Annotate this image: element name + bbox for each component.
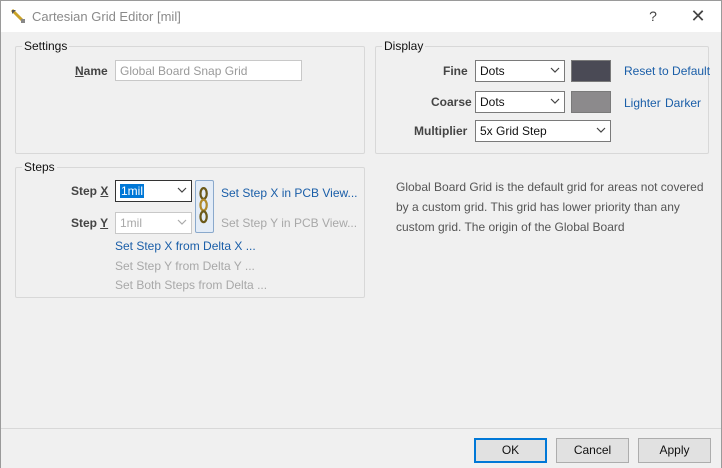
set-both-steps-delta-link[interactable]: Set Both Steps from Delta ...	[115, 278, 267, 292]
name-field[interactable]: Global Board Snap Grid	[115, 60, 302, 81]
set-step-y-delta-link[interactable]: Set Step Y from Delta Y ...	[115, 259, 255, 273]
lighter-link[interactable]: Lighter	[624, 96, 661, 110]
fine-label: Fine	[443, 64, 468, 78]
display-group-label: Display	[382, 39, 426, 53]
set-step-x-pcb-link[interactable]: Set Step X in PCB View...	[221, 186, 358, 200]
multiplier-select[interactable]: 5x Grid Step	[475, 120, 611, 142]
settings-group-label: Settings	[22, 39, 70, 53]
chevron-down-icon	[177, 187, 187, 193]
step-y-label: Step Y	[71, 216, 109, 230]
grid-editor-icon	[10, 8, 26, 24]
reset-to-default-link[interactable]: Reset to Default	[624, 64, 710, 78]
chevron-down-icon	[550, 67, 560, 73]
fine-style-select[interactable]: Dots	[475, 60, 565, 82]
cartesian-grid-editor-dialog: Cartesian Grid Editor [mil] ? ✕ Settings…	[0, 0, 722, 468]
step-y-select[interactable]: 1mil	[115, 212, 192, 234]
close-button[interactable]: ✕	[687, 6, 709, 26]
fine-color-swatch[interactable]	[571, 60, 611, 82]
coarse-style-select[interactable]: Dots	[475, 91, 565, 113]
step-x-select[interactable]: 1mil	[115, 180, 192, 202]
fine-style-value: Dots	[480, 64, 505, 78]
title-bar: Cartesian Grid Editor [mil] ? ✕	[1, 1, 721, 32]
link-steps-button[interactable]	[195, 180, 214, 233]
coarse-style-value: Dots	[480, 95, 505, 109]
set-step-y-pcb-link[interactable]: Set Step Y in PCB View...	[221, 216, 357, 230]
chevron-down-icon	[596, 127, 606, 133]
grid-description: Global Board Grid is the default grid fo…	[396, 180, 704, 234]
multiplier-label: Multiplier	[414, 124, 468, 138]
cancel-button[interactable]: Cancel	[556, 438, 629, 463]
apply-button[interactable]: Apply	[638, 438, 711, 463]
name-label: Name	[75, 64, 108, 78]
help-button[interactable]: ?	[642, 6, 664, 26]
chevron-down-icon	[550, 98, 560, 104]
darker-link[interactable]: Darker	[665, 96, 701, 110]
step-y-value: 1mil	[120, 216, 143, 230]
coarse-label: Coarse	[431, 95, 472, 109]
chain-link-icon	[199, 187, 208, 224]
coarse-color-swatch[interactable]	[571, 91, 611, 113]
set-step-x-delta-link[interactable]: Set Step X from Delta X ...	[115, 239, 256, 253]
window-title: Cartesian Grid Editor [mil]	[32, 9, 181, 24]
step-x-label: Step X	[71, 184, 109, 198]
multiplier-value: 5x Grid Step	[480, 124, 547, 138]
chevron-down-icon	[177, 219, 187, 225]
steps-group-label: Steps	[22, 160, 57, 174]
ok-button[interactable]: OK	[474, 438, 547, 463]
dialog-footer: OK Cancel Apply	[1, 428, 721, 468]
step-x-value: 1mil	[120, 184, 145, 198]
